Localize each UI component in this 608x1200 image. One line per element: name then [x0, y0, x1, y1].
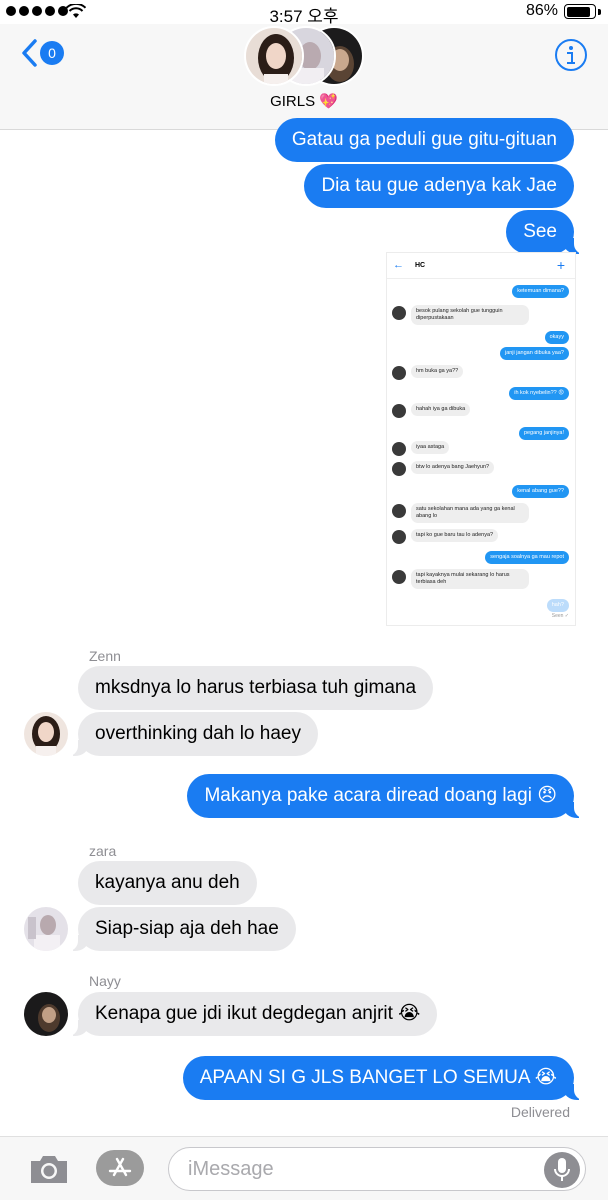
- status-bar: 3:57 오후 86%: [0, 0, 608, 26]
- screenshot-outgoing-message: sengaja soalnya ga mau repot: [485, 551, 569, 564]
- incoming-message[interactable]: mksdnya lo harus terbiasa tuh gimana: [78, 666, 434, 710]
- sender-name: Zenn: [89, 648, 121, 664]
- screenshot-incoming-message: besok pulang sekolah gue tungguin diperp…: [411, 305, 529, 325]
- screenshot-avatar: [392, 366, 406, 380]
- outgoing-message[interactable]: Makanya pake acara diread doang lagi 😠: [187, 774, 584, 818]
- unread-count-badge: 0: [40, 41, 64, 65]
- outgoing-message[interactable]: Dia tau gue adenya kak Jae: [304, 164, 574, 208]
- screenshot-outgoing-message: ketemuan dimana?: [512, 285, 569, 298]
- back-button[interactable]: 0: [20, 38, 64, 68]
- screenshot-incoming-message: hahah iya ga dibuka: [411, 403, 471, 416]
- screenshot-incoming-message: hm buka ga ya??: [411, 365, 464, 378]
- screenshot-outgoing-message: okayy: [544, 331, 569, 344]
- message-text: Makanya pake acara diread doang lagi 😠: [204, 785, 557, 806]
- screenshot-incoming-message: tapi kayaknya mulai sekarang lo harus te…: [411, 569, 529, 589]
- group-avatars[interactable]: [244, 26, 364, 88]
- screenshot-avatar: [392, 570, 406, 584]
- incoming-message[interactable]: Siap-siap aja deh hae: [68, 907, 296, 951]
- avatar[interactable]: [24, 907, 68, 951]
- plus-icon: +: [556, 257, 565, 273]
- app-store-icon[interactable]: [96, 1150, 144, 1186]
- sender-name: zara: [89, 843, 117, 859]
- compose-bar: [0, 1136, 608, 1200]
- camera-icon[interactable]: [28, 1153, 70, 1185]
- back-arrow-icon: ←: [393, 259, 404, 271]
- screenshot-avatar: [392, 504, 406, 518]
- incoming-message[interactable]: Kenapa gue jdi ikut degdegan anjrit 😭: [67, 992, 438, 1036]
- screenshot-header: ← HC +: [387, 253, 575, 279]
- screenshot-outgoing-message: hah?: [546, 599, 569, 612]
- chevron-left-icon: [22, 39, 37, 67]
- screenshot-avatar: [392, 442, 406, 456]
- sender-name: Nayy: [89, 973, 121, 989]
- delivery-status: Delivered: [510, 1104, 570, 1120]
- battery-percentage: 86%: [525, 2, 558, 19]
- screenshot-avatar: [392, 462, 406, 476]
- avatar[interactable]: [24, 712, 68, 756]
- screenshot-avatar: [392, 306, 406, 320]
- screenshot-incoming-message: iyaa astaga: [411, 441, 450, 454]
- screenshot-incoming-message: btw lo adenya bang Jaehyun?: [411, 461, 495, 474]
- screenshot-incoming-message: satu sekolahan mana ada yang ga kenal ab…: [411, 503, 529, 523]
- screenshot-outgoing-message: kenal abang gue??: [512, 485, 569, 498]
- conversation-header: 0 GIRLS 💖: [0, 24, 608, 130]
- shared-screenshot-image[interactable]: ← HC + ketemuan dimana? besok pulang seko…: [386, 252, 576, 626]
- screenshot-avatar: [392, 530, 406, 544]
- screenshot-avatar: [392, 404, 406, 418]
- battery-icon: [564, 4, 596, 19]
- outgoing-message[interactable]: See: [506, 210, 584, 254]
- message-input[interactable]: [168, 1147, 586, 1191]
- screenshot-outgoing-message: ih kok nyebelin?? 😡: [509, 387, 569, 400]
- info-icon[interactable]: [554, 38, 588, 72]
- screenshot-outgoing-message: janji jangan dibuka yaa?: [499, 347, 569, 360]
- outgoing-message[interactable]: APAAN SI G JLS BANGET LO SEMUA 😭: [182, 1056, 585, 1100]
- microphone-icon[interactable]: [544, 1152, 580, 1188]
- screenshot-chat-title: HC: [415, 262, 426, 269]
- outgoing-message[interactable]: Gatau ga peduli gue gitu-gituan: [274, 118, 574, 162]
- screenshot-outgoing-message: pegang janjinya!: [518, 427, 569, 440]
- avatar[interactable]: [24, 992, 68, 1036]
- seen-indicator: Seen ✓: [551, 613, 569, 619]
- incoming-message[interactable]: kayanya anu deh: [78, 861, 257, 905]
- screenshot-incoming-message: tapi ko gue baru tau lo adenya?: [411, 529, 499, 542]
- avatar: [244, 26, 304, 86]
- group-name[interactable]: GIRLS 💖: [0, 92, 608, 110]
- incoming-message[interactable]: overthinking dah lo haey: [68, 712, 318, 756]
